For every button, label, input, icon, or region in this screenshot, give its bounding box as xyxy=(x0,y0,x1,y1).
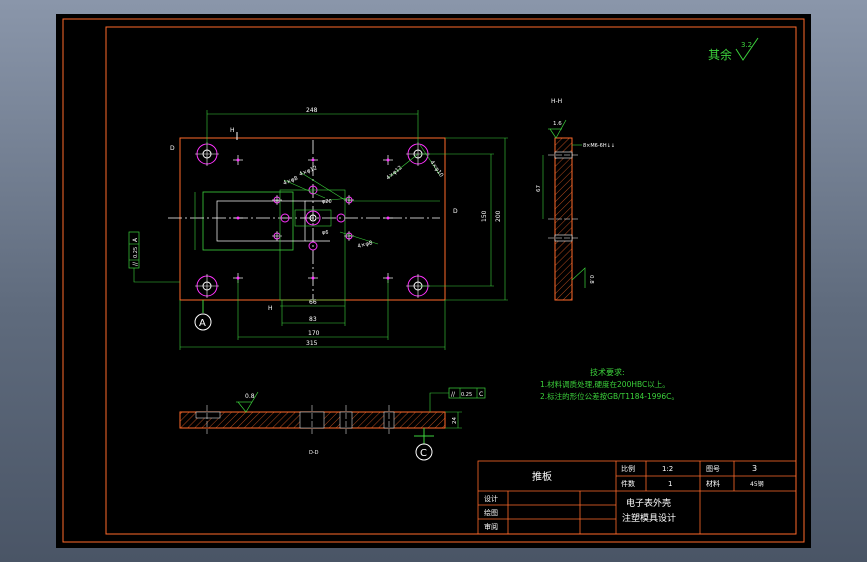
section-mark-top: H xyxy=(230,127,235,134)
tb-scale-label: 比例 xyxy=(621,464,635,473)
dim-150: 150 xyxy=(481,210,488,222)
tech-item-2: 2.标注的形位公差按GB/T1184-1996C。 xyxy=(540,391,679,401)
dim-315: 315 xyxy=(306,340,318,347)
section-dd-label: D-D xyxy=(309,450,319,456)
section-mark-left: D xyxy=(170,145,175,152)
tb-scale: 1:2 xyxy=(662,465,673,473)
tb-drawing-no-label: 图号 xyxy=(706,465,720,473)
roughness-value: 3.2 xyxy=(741,41,752,49)
tb-draw-label: 绘图 xyxy=(484,508,498,517)
section-dd-thickness: 24 xyxy=(452,417,458,424)
section-dd-roughness: 0.8 xyxy=(245,393,255,400)
section-hh-depth: 67 xyxy=(536,185,542,192)
tb-project-line-1: 电子表外壳 xyxy=(626,497,671,509)
section-mark-right: D xyxy=(453,208,458,215)
section-dd-datum: C xyxy=(420,448,427,459)
section-dd-parallel-value: 0.25 xyxy=(461,392,472,398)
section-mark-bottom: H xyxy=(268,305,273,312)
sheet-background xyxy=(56,14,811,548)
callout-cen2: φ6 xyxy=(322,230,328,236)
section-hh-roughness: 1.6 xyxy=(553,121,562,127)
tb-material: 45钢 xyxy=(750,480,764,488)
tb-part-name: 推板 xyxy=(532,470,552,483)
section-hh-roughness2: 0.8 xyxy=(588,275,594,284)
dim-66: 66 xyxy=(309,299,317,306)
dim-248: 248 xyxy=(306,107,318,114)
dim-170: 170 xyxy=(308,330,320,337)
section-hh-title: H-H xyxy=(551,98,562,105)
tech-title: 技术要求: xyxy=(590,367,625,377)
datum-a-label: A xyxy=(199,318,206,329)
roughness-label: 其余 xyxy=(708,47,732,62)
tb-drawing-no: 3 xyxy=(752,464,757,473)
tb-qty: 1 xyxy=(668,480,672,488)
cad-drawing: 其余 3.2 H D D H 4×φ8 4×φ12 4×φ12 4×φ10 4×… xyxy=(56,14,811,548)
dim-200: 200 xyxy=(495,210,502,222)
tb-material-label: 材料 xyxy=(706,479,720,488)
dim-83: 83 xyxy=(309,316,317,323)
section-dd-parallel-datum: C xyxy=(479,391,483,398)
tech-item-1: 1.材料调质处理,硬度在200HBC以上。 xyxy=(540,379,670,389)
tb-design-label: 设计 xyxy=(484,494,498,503)
tb-qty-label: 件数 xyxy=(621,479,635,488)
parallel-value: 0.25 xyxy=(133,247,139,258)
callout-cen1: φ20 xyxy=(322,199,332,205)
section-hh-thread: 8×M6-6H↓↓ xyxy=(583,143,615,149)
tb-project-line-2: 注塑模具设计 xyxy=(622,512,676,524)
tb-check-label: 审阅 xyxy=(484,522,498,531)
